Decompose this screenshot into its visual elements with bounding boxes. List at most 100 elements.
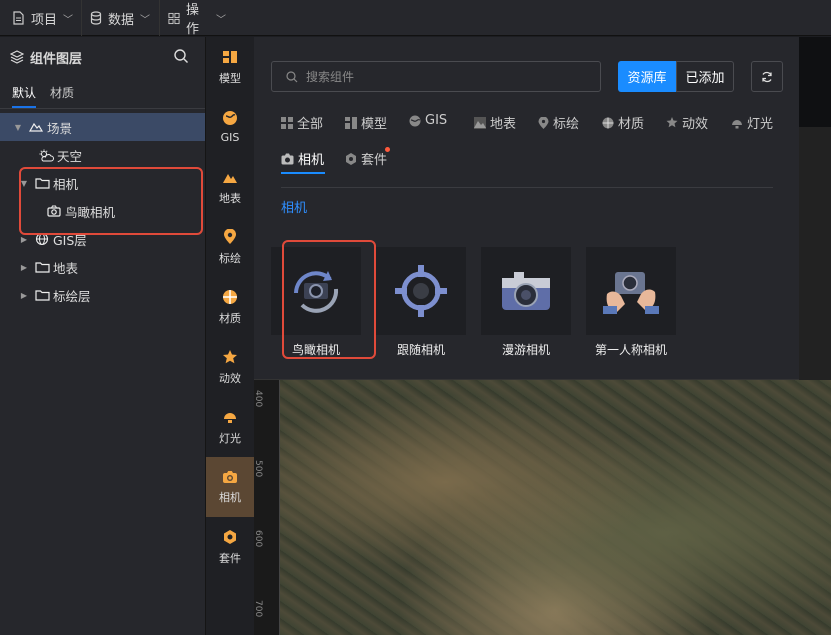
tab-default[interactable]: 默认 <box>12 84 37 108</box>
material-ball-icon <box>223 289 237 304</box>
layers-icon <box>10 50 24 64</box>
category-label: 地表 <box>490 117 517 132</box>
card-thumbnail <box>586 247 676 335</box>
menu-data[interactable]: 数据 ﹀ <box>82 0 160 36</box>
nav-plot[interactable]: 标绘 <box>206 217 254 277</box>
category-light[interactable]: 灯光 <box>731 113 773 132</box>
caret-right-icon[interactable]: ▶ <box>18 235 30 244</box>
divider <box>281 187 773 188</box>
category-material[interactable]: 材质 <box>602 113 644 132</box>
category-kit[interactable]: 套件 <box>345 147 390 168</box>
category-gis[interactable]: GIS <box>409 113 447 128</box>
component-search-input[interactable]: 搜索组件 <box>271 61 601 92</box>
ruler-tick-label: 400 <box>253 390 263 408</box>
tree-item-plot-layer[interactable]: ▶ 标绘层 <box>0 281 205 309</box>
sparkle-star-icon <box>666 116 678 127</box>
caret-right-icon[interactable]: ▶ <box>18 263 30 272</box>
nav-effect[interactable]: 动效 <box>206 337 254 397</box>
nav-surface[interactable]: 地表 <box>206 157 254 217</box>
tree-item-scene[interactable]: ▼ 场景 <box>0 113 205 141</box>
search-icon[interactable] <box>173 48 189 64</box>
layer-panel-tabs: 默认 材质 <box>0 77 205 109</box>
card-thumbnail <box>481 247 571 335</box>
nav-model[interactable]: 模型 <box>206 37 254 97</box>
nav-gis[interactable]: GIS <box>206 97 254 157</box>
category-surface[interactable]: 地表 <box>474 113 516 132</box>
category-all[interactable]: 全部 <box>281 113 323 132</box>
tree-item-sky[interactable]: 天空 <box>0 141 205 169</box>
category-effect[interactable]: 动效 <box>666 113 708 132</box>
main-viewport: 400 500 600 700 搜索组件 资源库 已添加 全部 模型 GIS 地… <box>253 37 831 635</box>
category-label: GIS <box>425 113 448 128</box>
category-camera[interactable]: 相机 <box>281 149 324 168</box>
top-menu-bar: 项目 ﹀ 数据 ﹀ 操作 ﹀ <box>0 0 831 37</box>
card-thumbnail <box>376 247 466 335</box>
document-icon <box>13 11 24 25</box>
category-label: 灯光 <box>747 117 774 132</box>
resource-library-button[interactable]: 资源库 <box>618 61 676 92</box>
card-roam-camera[interactable]: 漫游相机 <box>481 247 571 357</box>
card-follow-camera[interactable]: 跟随相机 <box>376 247 466 357</box>
section-title: 相机 <box>281 201 308 216</box>
caret-right-icon[interactable]: ▶ <box>18 291 30 300</box>
scene-icon <box>28 119 44 135</box>
chevron-down-icon: ﹀ <box>216 14 226 26</box>
map-pin-icon <box>538 116 549 129</box>
search-placeholder: 搜索组件 <box>306 70 355 84</box>
category-label: 模型 <box>361 117 388 132</box>
component-library-popup: 搜索组件 资源库 已添加 全部 模型 GIS 地表 标绘 材质 动效 灯光 相机… <box>254 37 799 380</box>
chevron-down-icon: ﹀ <box>140 14 151 26</box>
tree-item-label: 标绘层 <box>53 288 91 304</box>
gis-globe-icon <box>223 111 237 125</box>
surface-icon <box>474 116 486 129</box>
nav-label: 套件 <box>219 551 241 565</box>
category-plot[interactable]: 标绘 <box>538 113 579 132</box>
ruler-tick-label: 700 <box>253 600 263 618</box>
nav-label: 模型 <box>219 71 241 85</box>
nav-label: 材质 <box>219 311 241 325</box>
kit-gear-icon <box>224 529 236 544</box>
category-label: 材质 <box>618 117 645 132</box>
folder-icon <box>34 259 50 275</box>
crosshair-target-icon <box>395 265 447 317</box>
layer-panel: 组件图层 默认 材质 ▼ 场景 天空 ▼ 相机 鸟瞰相机 ▶ GIS层 ▶ 地表… <box>0 37 206 635</box>
nav-label: 灯光 <box>219 431 241 445</box>
sparkle-star-icon <box>223 349 237 363</box>
card-first-person-camera[interactable]: 第一人称相机 <box>586 247 676 357</box>
lamp-icon <box>732 119 742 128</box>
menu-project[interactable]: 项目 ﹀ <box>4 0 82 36</box>
refresh-button[interactable] <box>751 61 783 92</box>
caret-down-icon[interactable]: ▼ <box>12 123 24 132</box>
category-label: 相机 <box>298 153 325 168</box>
tab-material[interactable]: 材质 <box>50 84 74 108</box>
ruler-tick-label: 600 <box>253 530 263 548</box>
nav-material[interactable]: 材质 <box>206 277 254 337</box>
highlight-box <box>19 167 203 235</box>
camera-icon <box>223 470 237 483</box>
database-icon <box>90 11 102 25</box>
map-pin-icon <box>224 228 236 244</box>
hand-camera-icon <box>603 272 659 314</box>
kit-gear-icon <box>346 152 356 165</box>
nav-label: 标绘 <box>219 251 241 265</box>
nav-camera[interactable]: 相机 <box>206 457 254 517</box>
added-button[interactable]: 已添加 <box>676 61 734 92</box>
menu-operate-label: 操作 <box>186 3 200 37</box>
menu-data-label: 数据 <box>108 12 135 28</box>
grid-icon <box>281 116 293 129</box>
ruler-tick-label: 500 <box>253 460 263 478</box>
tree-item-surface[interactable]: ▶ 地表 <box>0 253 205 281</box>
category-model[interactable]: 模型 <box>345 113 387 132</box>
model-icon <box>345 116 357 129</box>
search-icon <box>286 70 298 82</box>
card-label: 漫游相机 <box>501 343 550 357</box>
menu-operate[interactable]: 操作 ﹀ <box>160 0 234 37</box>
layer-panel-title: 组件图层 <box>30 51 83 67</box>
chevron-down-icon: ﹀ <box>63 14 73 26</box>
material-ball-icon <box>602 117 614 128</box>
satellite-map-view[interactable] <box>280 380 831 635</box>
surface-icon <box>223 173 237 183</box>
nav-kit[interactable]: 套件 <box>206 517 254 577</box>
nav-label: 相机 <box>219 490 241 504</box>
nav-light[interactable]: 灯光 <box>206 397 254 457</box>
